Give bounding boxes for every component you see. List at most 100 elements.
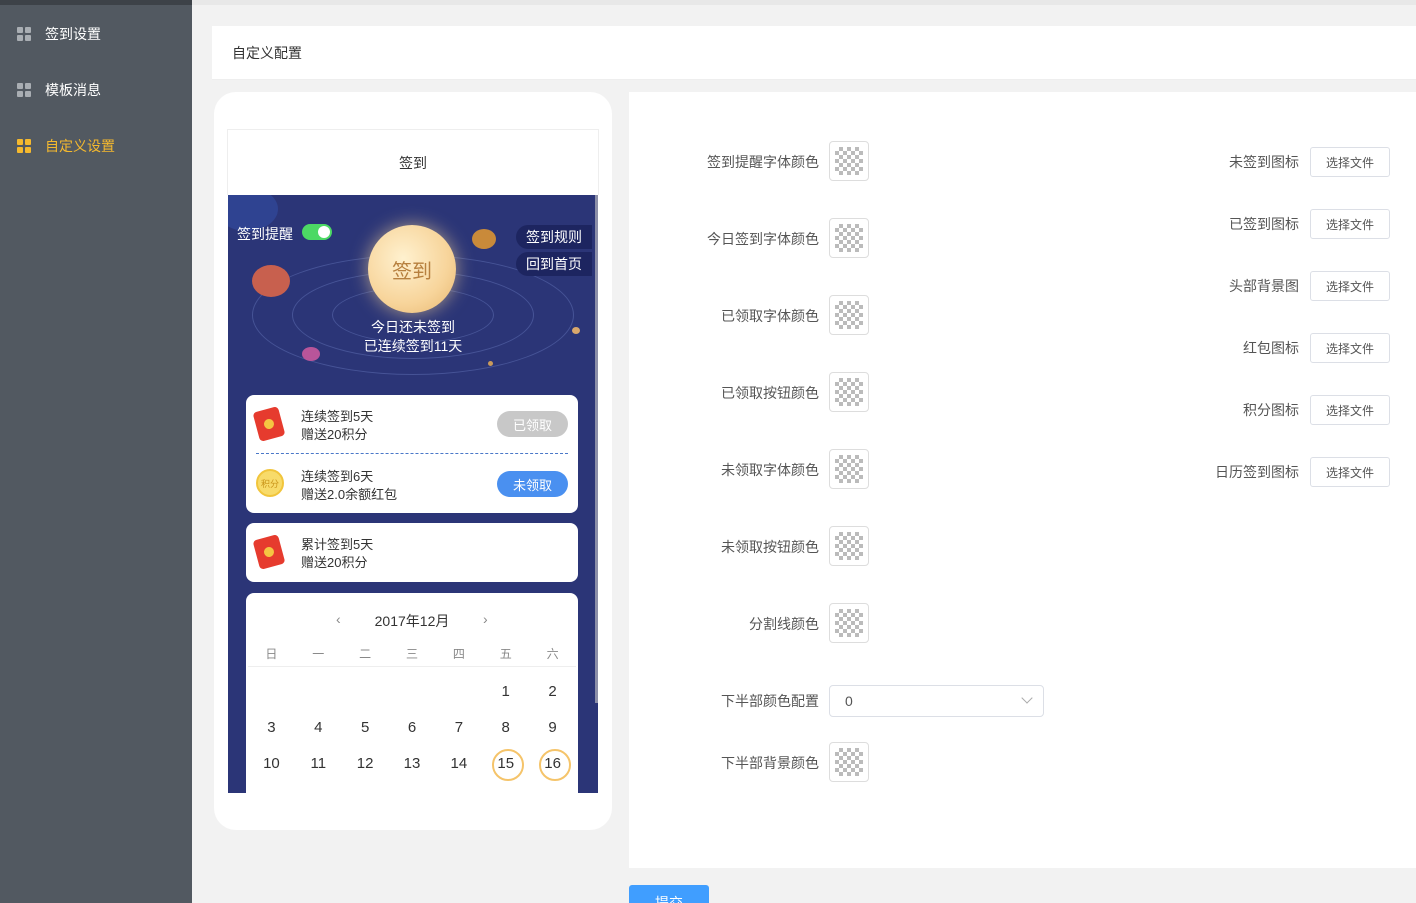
chevron-right-icon[interactable]: › bbox=[483, 611, 488, 627]
sidebar-item-label: 自定义设置 bbox=[45, 138, 115, 154]
calendar-day[interactable]: 17 bbox=[248, 791, 295, 794]
lower-color-select[interactable]: 0 bbox=[829, 685, 1044, 717]
calendar-day[interactable]: 8 bbox=[482, 719, 529, 736]
calendar-day[interactable]: 16 bbox=[529, 749, 576, 781]
calendar-week: 10 11 12 13 14 15 16 bbox=[248, 745, 576, 781]
preview-screen: 签到提醒 签到规则 回到首页 签到 今日还未签到 已连续签到11天 连续签到5天… bbox=[228, 195, 598, 793]
red-packet-icon bbox=[252, 406, 286, 442]
back-home-button[interactable]: 回到首页 bbox=[516, 252, 592, 276]
preview-title: 签到 bbox=[399, 154, 427, 171]
choose-file-button[interactable]: 选择文件 bbox=[1310, 457, 1390, 487]
preview-scrollbar[interactable] bbox=[595, 195, 598, 703]
calendar-day[interactable]: 21 bbox=[435, 791, 482, 794]
reminder-toggle[interactable] bbox=[302, 224, 332, 240]
choose-file-label: 选择文件 bbox=[1325, 403, 1374, 418]
choose-file-label: 选择文件 bbox=[1325, 217, 1374, 232]
file-field-label: 日历签到图标 bbox=[1215, 464, 1299, 480]
chevron-down-icon bbox=[1021, 692, 1033, 704]
submit-button[interactable]: 提交 bbox=[629, 885, 709, 903]
calendar-day[interactable]: 4 bbox=[295, 719, 342, 736]
color-picker[interactable] bbox=[829, 141, 869, 181]
sidebar: 签到设置 模板消息 自定义设置 bbox=[0, 0, 192, 903]
color-picker[interactable] bbox=[829, 526, 869, 566]
reward-desc: 赠送2.0余额红包 bbox=[301, 487, 398, 502]
calendar-grid: 1234567891011121314151617181920212223 bbox=[248, 673, 576, 793]
claimed-button[interactable]: 已领取 bbox=[497, 411, 568, 437]
calendar-day[interactable]: 1 bbox=[482, 683, 529, 700]
choose-file-button[interactable]: 选择文件 bbox=[1310, 147, 1390, 177]
calendar-day[interactable]: 15 bbox=[482, 749, 529, 781]
calendar-day[interactable]: 12 bbox=[342, 755, 389, 772]
choose-file-button[interactable]: 选择文件 bbox=[1310, 271, 1390, 301]
calendar-day[interactable]: 3 bbox=[248, 719, 295, 736]
today-status: 今日还未签到 bbox=[371, 319, 455, 335]
sign-rules-button[interactable]: 签到规则 bbox=[516, 225, 592, 249]
sidebar-item-label: 签到设置 bbox=[45, 26, 101, 42]
calendar-month: 2017年12月 bbox=[374, 613, 450, 629]
field-label: 未领取字体颜色 bbox=[721, 462, 819, 478]
file-field-label: 积分图标 bbox=[1243, 402, 1299, 418]
color-picker[interactable] bbox=[829, 742, 869, 782]
choose-file-button[interactable]: 选择文件 bbox=[1310, 209, 1390, 239]
choose-file-button[interactable]: 选择文件 bbox=[1310, 395, 1390, 425]
color-picker[interactable] bbox=[829, 372, 869, 412]
unclaimed-label: 未领取 bbox=[512, 477, 552, 493]
weekday: 日 bbox=[265, 647, 278, 661]
grid-icon bbox=[17, 139, 31, 153]
sidebar-item-sign-settings[interactable]: 签到设置 bbox=[0, 14, 192, 54]
calendar-week: 17181920212223 bbox=[248, 781, 576, 794]
select-value: 0 bbox=[845, 693, 853, 709]
calendar-day[interactable]: 23 bbox=[529, 791, 576, 794]
cumulative-rewards-card: 累计签到5天 赠送20积分 bbox=[246, 523, 578, 582]
color-picker[interactable] bbox=[829, 603, 869, 643]
color-picker[interactable] bbox=[829, 218, 869, 258]
preview-titlebar: 签到 bbox=[227, 129, 599, 195]
choose-file-label: 选择文件 bbox=[1325, 341, 1374, 356]
phone-preview: 签到 签到提醒 签到规则 回到首页 签到 今日还未签到 已连续签到11天 连续签… bbox=[214, 92, 612, 830]
page-header: 自定义配置 bbox=[212, 26, 1416, 80]
reward-row: 连续签到5天 赠送20积分 已领取 bbox=[246, 395, 578, 453]
divider bbox=[256, 453, 568, 454]
reward-title: 连续签到6天 bbox=[301, 469, 374, 484]
calendar-day[interactable]: 14 bbox=[435, 755, 482, 772]
page-title: 自定义配置 bbox=[232, 44, 302, 61]
sidebar-item-custom-settings[interactable]: 自定义设置 bbox=[0, 126, 192, 166]
calendar-day[interactable]: 5 bbox=[342, 719, 389, 736]
claimed-label: 已领取 bbox=[512, 417, 552, 433]
calendar-day[interactable]: 9 bbox=[529, 719, 576, 736]
reward-desc: 赠送20积分 bbox=[301, 427, 368, 442]
calendar-day[interactable]: 2 bbox=[529, 683, 576, 700]
sidebar-item-template-messages[interactable]: 模板消息 bbox=[0, 70, 192, 110]
unclaimed-button[interactable]: 未领取 bbox=[497, 471, 568, 497]
calendar-day[interactable]: 6 bbox=[389, 719, 436, 736]
weekday: 一 bbox=[312, 647, 325, 661]
sign-rules-label: 签到规则 bbox=[526, 229, 582, 245]
submit-label: 提交 bbox=[655, 895, 683, 903]
weekday: 五 bbox=[499, 647, 512, 661]
reward-title: 连续签到5天 bbox=[301, 409, 374, 424]
file-field-label: 头部背景图 bbox=[1229, 278, 1299, 294]
weekday: 三 bbox=[406, 647, 419, 661]
sidebar-item-label: 模板消息 bbox=[45, 82, 101, 98]
field-label: 已领取按钮颜色 bbox=[721, 385, 819, 401]
calendar-day[interactable]: 20 bbox=[389, 791, 436, 794]
file-field-label: 未签到图标 bbox=[1229, 154, 1299, 170]
color-picker[interactable] bbox=[829, 449, 869, 489]
calendar-day[interactable]: 7 bbox=[435, 719, 482, 736]
calendar-day[interactable]: 19 bbox=[342, 791, 389, 794]
choose-file-button[interactable]: 选择文件 bbox=[1310, 333, 1390, 363]
field-label: 未领取按钮颜色 bbox=[721, 539, 819, 555]
sign-in-moon-button[interactable]: 签到 bbox=[368, 225, 456, 313]
calendar-day[interactable]: 22 bbox=[482, 791, 529, 794]
calendar-day[interactable]: 13 bbox=[389, 755, 436, 772]
calendar-day[interactable]: 10 bbox=[248, 755, 295, 772]
calendar-day[interactable]: 18 bbox=[295, 791, 342, 794]
reward-desc: 赠送20积分 bbox=[301, 555, 368, 570]
continuous-rewards-card: 连续签到5天 赠送20积分 已领取 积分 连续签到6天 赠送2.0余额红包 未领… bbox=[246, 395, 578, 513]
reward-row: 积分 连续签到6天 赠送2.0余额红包 未领取 bbox=[246, 455, 578, 513]
planet-decoration bbox=[472, 229, 496, 249]
top-strip bbox=[192, 0, 1416, 5]
color-picker[interactable] bbox=[829, 295, 869, 335]
calendar-day[interactable]: 11 bbox=[295, 755, 342, 772]
field-label: 今日签到字体颜色 bbox=[707, 231, 819, 247]
